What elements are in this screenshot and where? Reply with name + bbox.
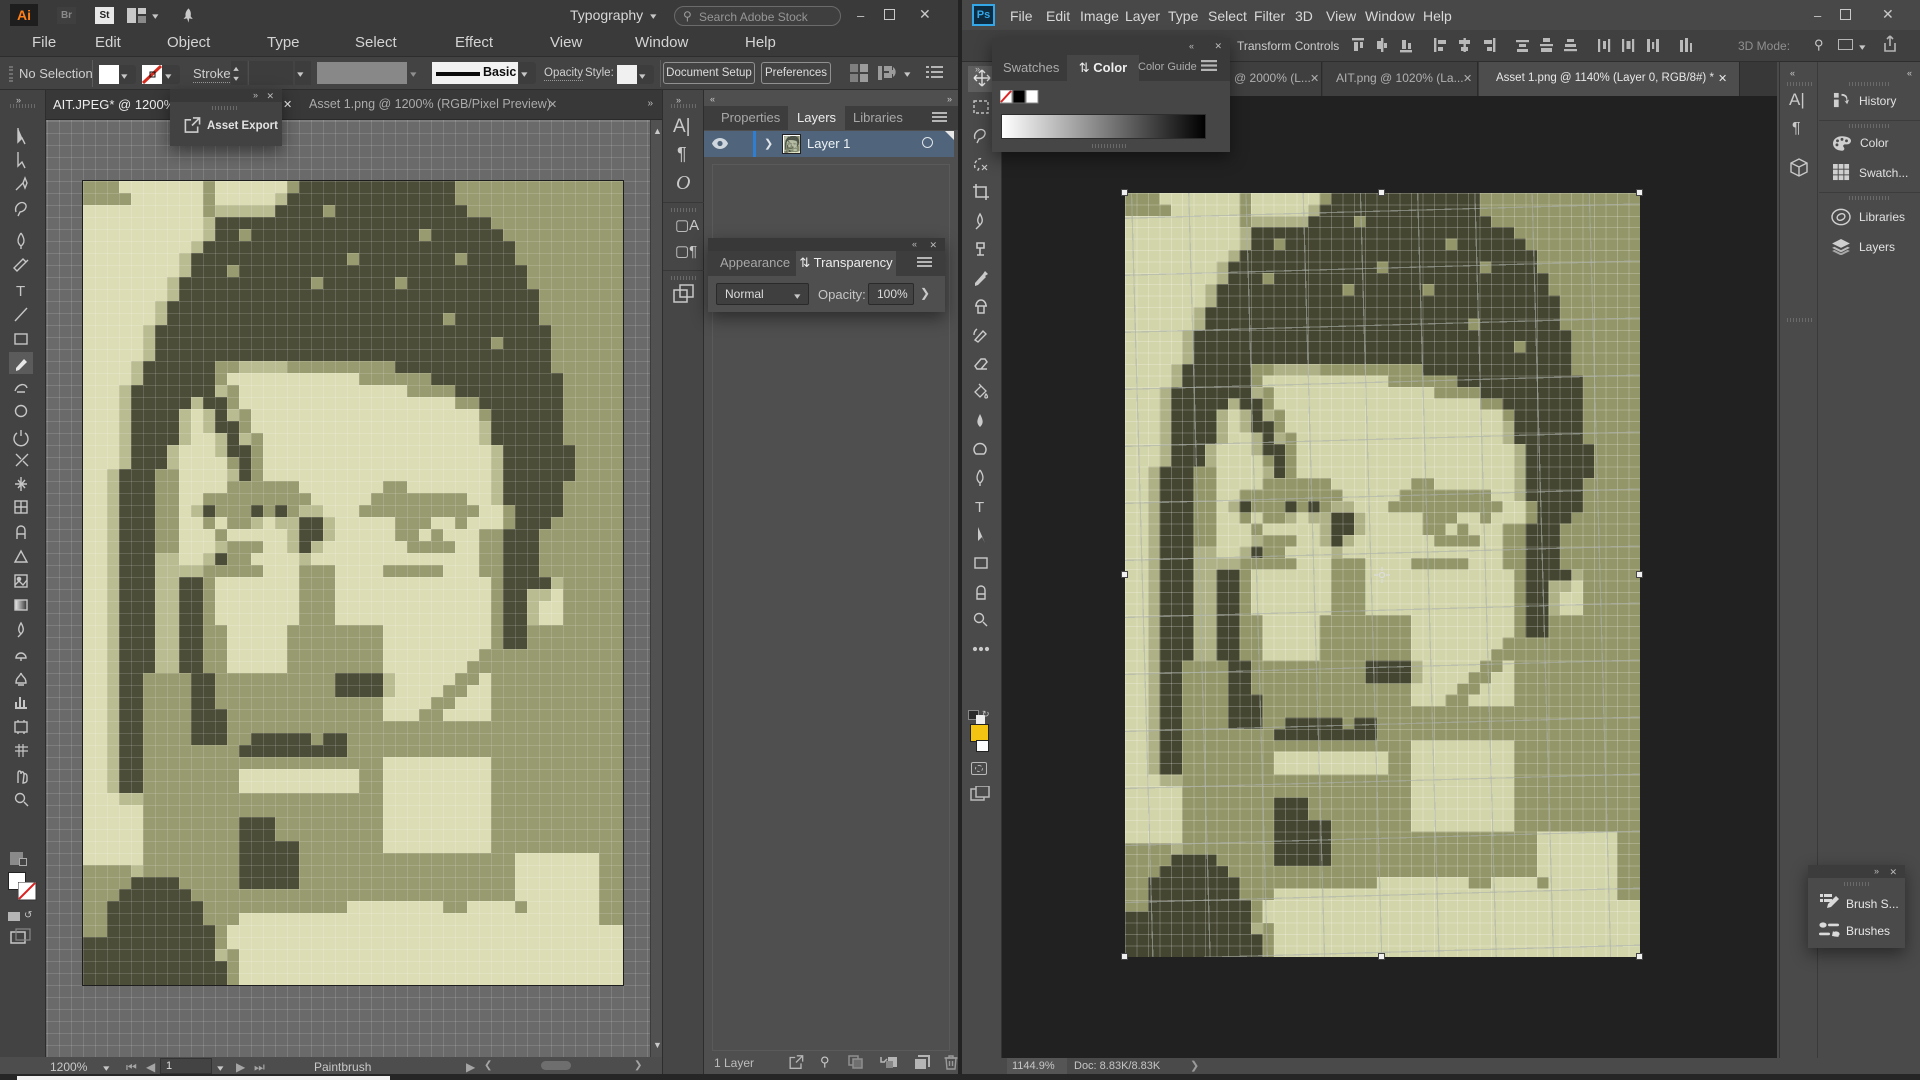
svg-text:T: T: [16, 283, 25, 300]
svg-text:T: T: [975, 499, 984, 516]
